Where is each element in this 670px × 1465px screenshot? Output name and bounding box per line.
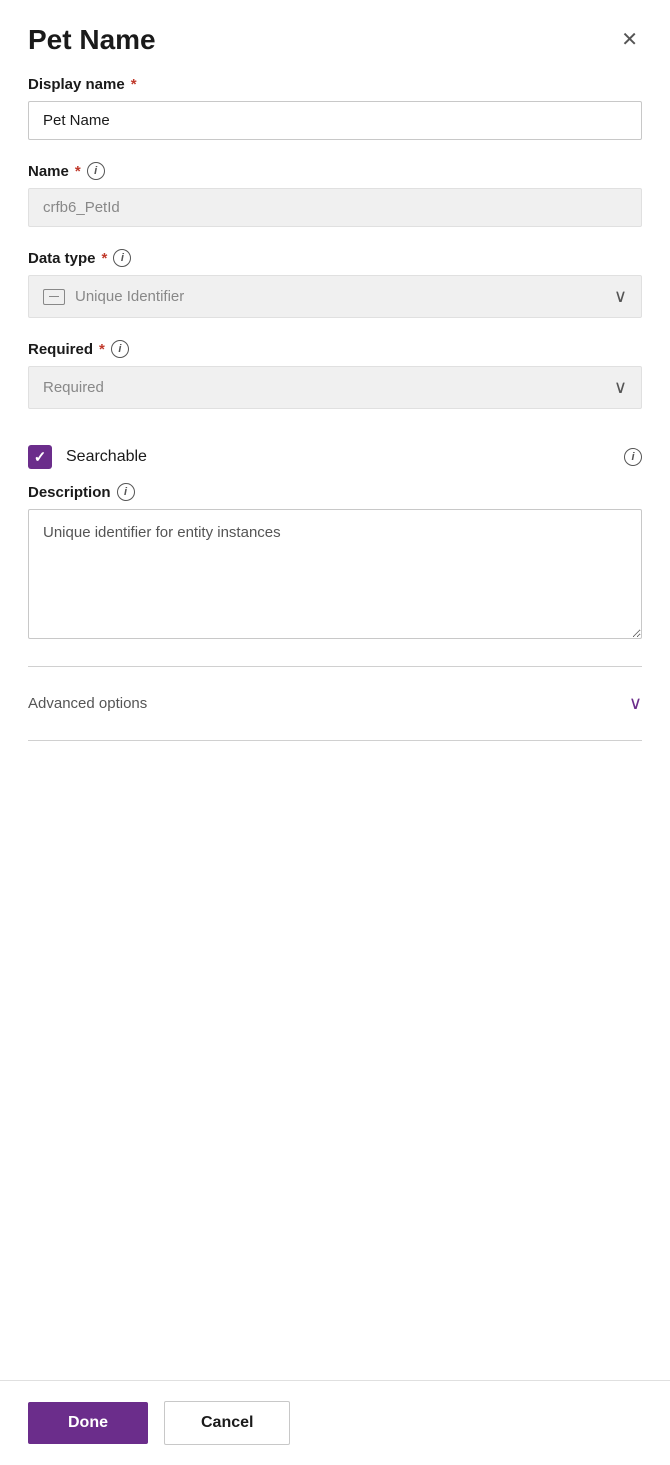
close-button[interactable]: ✕ [617,26,642,54]
required-value: Required [43,379,104,396]
data-type-group: Data type * i — Unique Identifier ∨ [28,249,642,318]
display-name-input[interactable] [28,101,642,140]
description-group: Description i Unique identifier for enti… [28,483,642,644]
advanced-options-label: Advanced options [28,695,147,712]
description-info-icon[interactable]: i [117,483,135,501]
advanced-options-chevron-icon: ∨ [629,693,642,714]
data-type-label: Data type * i [28,249,642,267]
name-input [28,188,642,227]
required-info-icon[interactable]: i [111,340,129,358]
data-type-value: Unique Identifier [75,288,184,305]
panel-header: Pet Name ✕ [0,0,670,76]
name-group: Name * i [28,162,642,227]
description-textarea[interactable]: Unique identifier for entity instances [28,509,642,639]
searchable-row: ✓ Searchable i [28,431,642,483]
data-type-icon: — [43,289,65,305]
required-star: * [99,341,105,358]
display-name-group: Display name * [28,76,642,140]
description-label-text: Description [28,484,111,501]
display-name-label: Display name * [28,76,642,93]
description-label: Description i [28,483,642,501]
name-required: * [75,163,81,180]
name-label: Name * i [28,162,642,180]
required-select[interactable]: Required ∨ [28,366,642,409]
panel: Pet Name ✕ Display name * Name * i [0,0,670,1465]
divider-top [28,666,642,667]
panel-content: Display name * Name * i Data type * i [0,76,670,1066]
close-icon: ✕ [621,29,638,51]
searchable-info-icon[interactable]: i [624,448,642,466]
display-name-label-text: Display name [28,76,125,93]
data-type-chevron-icon: ∨ [614,286,627,307]
required-chevron-icon: ∨ [614,377,627,398]
name-label-text: Name [28,163,69,180]
panel-footer: Done Cancel [0,1380,670,1465]
cancel-button[interactable]: Cancel [164,1401,290,1445]
data-type-label-text: Data type [28,250,96,267]
divider-bottom [28,740,642,741]
required-group: Required * i Required ∨ [28,340,642,409]
done-button[interactable]: Done [28,1402,148,1444]
checkmark-icon: ✓ [34,448,47,466]
data-type-info-icon[interactable]: i [113,249,131,267]
required-label: Required * i [28,340,642,358]
required-label-text: Required [28,341,93,358]
searchable-checkbox[interactable]: ✓ [28,445,52,469]
data-type-select[interactable]: — Unique Identifier ∨ [28,275,642,318]
display-name-required: * [131,76,137,93]
panel-title: Pet Name [28,24,156,56]
data-type-required: * [102,250,108,267]
advanced-options-row[interactable]: Advanced options ∨ [28,677,642,730]
searchable-label: Searchable [66,448,147,466]
name-info-icon[interactable]: i [87,162,105,180]
